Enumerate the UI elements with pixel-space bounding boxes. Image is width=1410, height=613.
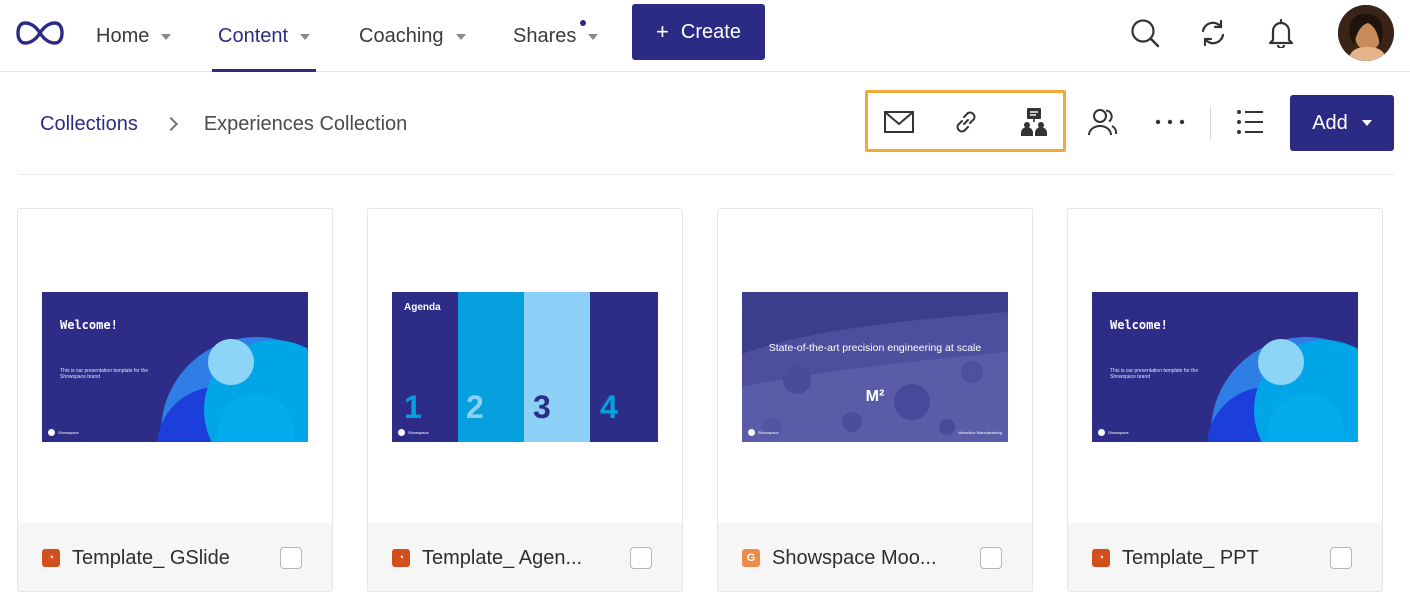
slide-footer: Monobloc Manufacturing	[958, 430, 1002, 435]
card-footer: ◔ Template_ Agen...	[368, 523, 682, 591]
slide-heading: State-of-the-art precision engineering a…	[768, 342, 982, 354]
slide-heading: Agenda	[404, 302, 441, 313]
present-to-audience-icon[interactable]	[1016, 104, 1052, 140]
slide-brand: Showspace	[48, 429, 79, 436]
agenda-number: 3	[533, 389, 551, 425]
slide-body: This is our presentation template for th…	[60, 368, 149, 380]
ppt-file-icon: ◔	[392, 549, 410, 567]
nav-shares-label: Shares	[513, 24, 577, 47]
chevron-right-icon	[163, 116, 178, 132]
mail-icon[interactable]	[881, 104, 917, 140]
card-title: Showspace Moo...	[772, 546, 937, 569]
card-title: Template_ PPT	[1122, 546, 1259, 569]
select-checkbox[interactable]	[980, 547, 1002, 569]
agenda-number: 2	[466, 389, 484, 425]
user-avatar[interactable]	[1338, 5, 1394, 61]
slide-body: This is our presentation template for th…	[1110, 368, 1199, 380]
chevron-down-icon	[1361, 120, 1372, 126]
gslides-file-icon: G	[742, 549, 760, 567]
nav-content-label: Content	[218, 24, 289, 47]
create-button[interactable]: + Create	[632, 4, 765, 60]
more-options-icon[interactable]	[1152, 104, 1188, 140]
slide-thumbnail: Welcome! This is our presentation templa…	[42, 292, 308, 442]
chevron-down-icon	[161, 34, 172, 40]
slide-thumbnail: State-of-the-art precision engineering a…	[742, 292, 1008, 442]
slide-brand: Showspace	[748, 429, 779, 436]
add-button-label: Add	[1312, 111, 1348, 134]
nav-content[interactable]: Content	[211, 0, 317, 72]
select-checkbox[interactable]	[630, 547, 652, 569]
sync-icon[interactable]	[1196, 16, 1230, 50]
card-footer: ◔ Template_ GSlide	[18, 523, 332, 591]
chevron-down-icon	[588, 34, 599, 40]
slide-heading: Welcome!	[1110, 318, 1168, 332]
content-card[interactable]: State-of-the-art precision engineering a…	[717, 208, 1033, 592]
section-divider	[18, 174, 1394, 175]
slide-brand: Showspace	[398, 429, 429, 436]
slide-heading: Welcome!	[60, 318, 118, 332]
users-icon[interactable]	[1084, 104, 1120, 140]
nav-home-label: Home	[96, 24, 150, 47]
card-title: Template_ Agen...	[422, 546, 583, 569]
slide-brand: Showspace	[1098, 429, 1129, 436]
nav-shares[interactable]: Shares	[513, 0, 599, 72]
plus-icon: +	[656, 19, 669, 44]
slide-mark: M²	[865, 388, 885, 405]
select-checkbox[interactable]	[1330, 547, 1352, 569]
nav-home[interactable]: Home	[96, 0, 172, 72]
search-icon[interactable]	[1128, 16, 1162, 50]
content-card[interactable]: Welcome! This is our presentation templa…	[17, 208, 333, 592]
select-checkbox[interactable]	[280, 547, 302, 569]
agenda-number: 4	[600, 389, 618, 425]
content-card[interactable]: Welcome! This is our presentation templa…	[1067, 208, 1383, 592]
content-card[interactable]: Agenda 1 2 3 4 Showspace ◔ Template_ Age…	[367, 208, 683, 592]
ppt-file-icon: ◔	[42, 549, 60, 567]
create-button-label: Create	[680, 20, 741, 43]
notification-dot	[580, 20, 586, 26]
toolbar-divider	[1210, 106, 1211, 140]
infinity-logo-icon[interactable]	[16, 18, 64, 48]
breadcrumb: Collections Experiences Collection	[40, 110, 407, 138]
link-icon[interactable]	[948, 104, 984, 140]
slide-thumbnail: Agenda 1 2 3 4 Showspace	[392, 292, 658, 442]
add-button[interactable]: Add	[1290, 95, 1394, 151]
nav-coaching-label: Coaching	[359, 24, 444, 47]
bell-icon[interactable]	[1264, 16, 1298, 50]
slide-thumbnail: Welcome! This is our presentation templa…	[1092, 292, 1358, 442]
nav-coaching[interactable]: Coaching	[359, 0, 466, 72]
list-view-icon[interactable]	[1232, 104, 1268, 140]
card-footer: G Showspace Moo...	[718, 523, 1032, 591]
ppt-file-icon: ◔	[1092, 549, 1110, 567]
chevron-down-icon	[455, 34, 466, 40]
breadcrumb-current: Experiences Collection	[203, 112, 408, 135]
breadcrumb-collections-link[interactable]: Collections	[40, 113, 138, 136]
chevron-down-icon	[300, 34, 311, 40]
top-navigation: Home Content Coaching Shares + Create	[0, 0, 1410, 72]
agenda-number: 1	[404, 389, 422, 425]
card-footer: ◔ Template_ PPT	[1068, 523, 1382, 591]
card-title: Template_ GSlide	[72, 546, 230, 569]
